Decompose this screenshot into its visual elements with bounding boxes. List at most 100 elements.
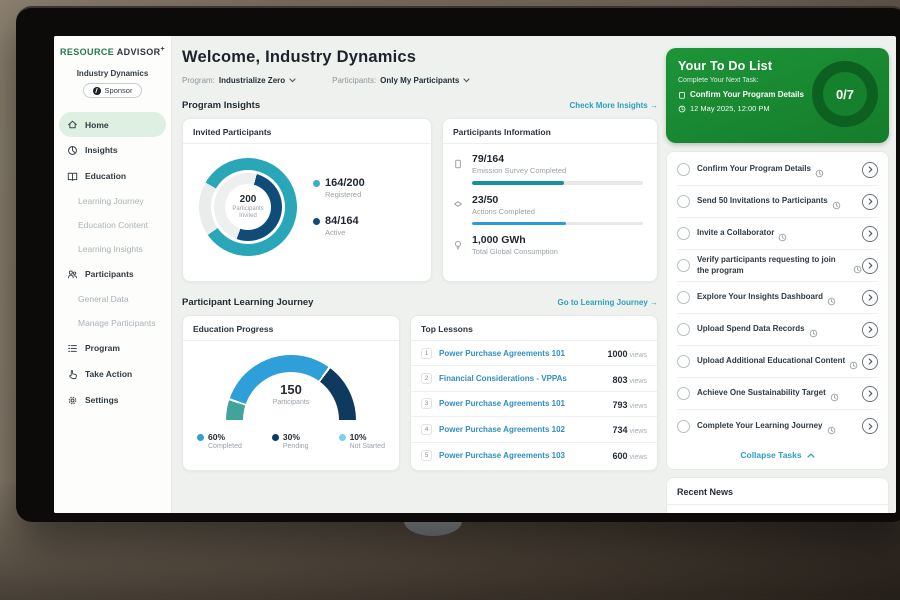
org-name: Industry Dynamics <box>54 69 171 78</box>
sidebar-item-insights[interactable]: Insights <box>54 137 171 163</box>
task-checkbox[interactable] <box>677 291 690 304</box>
task-checkbox[interactable] <box>677 323 690 336</box>
legend-dot <box>339 434 346 441</box>
participants-select-value: Only My Participants <box>380 76 459 85</box>
lesson-link[interactable]: Financial Considerations - VPPAs <box>439 374 567 383</box>
task-row[interactable]: Upload Spend Data Records <box>677 314 878 346</box>
check-more-insights-link[interactable]: Check More Insights → <box>570 101 658 110</box>
lesson-link[interactable]: Power Purchase Agreements 101 <box>439 399 565 408</box>
participants-select-label: Participants: <box>332 76 376 85</box>
task-checkbox[interactable] <box>677 163 690 176</box>
sidebar-item-education[interactable]: Education <box>54 163 171 189</box>
task-checkbox[interactable] <box>677 420 690 433</box>
participants-select[interactable]: Participants: Only My Participants <box>332 76 470 85</box>
clock-icon <box>853 261 862 270</box>
todo-task-list: Confirm Your Program Details Send 50 Inv… <box>666 151 889 470</box>
lesson-rank: 5 <box>421 450 432 461</box>
sidebar-item-learning-journey[interactable]: Learning Journey <box>54 189 171 213</box>
task-checkbox[interactable] <box>677 259 690 272</box>
logo-resource: RESOURCE <box>60 47 114 57</box>
task-open-button[interactable] <box>862 354 878 370</box>
home-icon <box>67 119 78 130</box>
book-icon <box>67 171 78 182</box>
legend-dot <box>313 180 320 187</box>
program-select[interactable]: Program: Industrialize Zero <box>182 76 296 85</box>
lesson-link[interactable]: Power Purchase Agreements 101 <box>439 349 565 358</box>
arrow-right-icon: → <box>650 101 658 110</box>
clock-icon <box>809 325 818 334</box>
recent-news-card: Recent News <box>666 477 889 513</box>
todo-progress-ring: 0/7 <box>812 61 878 127</box>
sidebar-item-take-action[interactable]: Take Action <box>54 361 171 387</box>
task-open-button[interactable] <box>862 418 878 434</box>
lesson-row[interactable]: 2 Financial Considerations - VPPAs 803vi… <box>411 366 657 391</box>
task-row[interactable]: Verify participants requesting to join t… <box>677 250 878 282</box>
task-open-button[interactable] <box>862 162 878 178</box>
sidebar-item-general-data[interactable]: General Data <box>54 287 171 311</box>
donut-center: 200 Participants Invited <box>225 184 271 230</box>
progress-track <box>472 181 643 185</box>
task-open-button[interactable] <box>862 322 878 338</box>
clock-icon <box>830 389 839 398</box>
progress-track <box>472 222 643 226</box>
task-open-button[interactable] <box>862 290 878 306</box>
lesson-row[interactable]: 5 Power Purchase Agreements 103 600views <box>411 443 657 468</box>
todo-column: Your To Do List Complete Your Next Task:… <box>666 48 889 513</box>
sidebar-item-education-content[interactable]: Education Content <box>54 213 171 237</box>
edu-card-title: Education Progress <box>183 316 399 341</box>
sidebar-item-participants[interactable]: Participants <box>54 261 171 287</box>
lesson-link[interactable]: Power Purchase Agreements 102 <box>439 425 565 434</box>
legend-active: 84/164 Active <box>313 215 365 237</box>
clock-icon <box>778 229 787 238</box>
sidebar-item-settings[interactable]: Settings <box>54 387 171 413</box>
recent-news-title: Recent News <box>667 478 888 505</box>
lesson-link[interactable]: Power Purchase Agreements 103 <box>439 451 565 460</box>
task-row[interactable]: Send 50 Invitations to Participants <box>677 186 878 218</box>
sidebar-item-learning-insights[interactable]: Learning Insights <box>54 237 171 261</box>
survey-device-icon <box>453 153 464 185</box>
education-gauge-chart: 150 Participants <box>226 355 356 420</box>
task-checkbox[interactable] <box>677 227 690 240</box>
collapse-tasks-link[interactable]: Collapse Tasks <box>677 442 878 465</box>
task-row[interactable]: Achieve One Sustainability Target <box>677 378 878 410</box>
task-checkbox[interactable] <box>677 355 690 368</box>
lesson-views: 1000 <box>607 349 627 359</box>
stat-consumption: 1,000 GWh Total Global Consumption <box>443 225 657 256</box>
sidebar-item-program[interactable]: Program <box>54 335 171 361</box>
task-open-button[interactable] <box>862 194 878 210</box>
sidebar-item-home[interactable]: Home <box>59 112 166 137</box>
clipboard-icon <box>678 91 686 99</box>
task-row[interactable]: Upload Additional Educational Content <box>677 346 878 378</box>
monitor-bezel: RESOURCE ADVISOR+ Industry Dynamics Spon… <box>16 6 900 522</box>
task-checkbox[interactable] <box>677 195 690 208</box>
task-row[interactable]: Complete Your Learning Journey <box>677 410 878 442</box>
task-open-button[interactable] <box>862 386 878 402</box>
education-progress-card: Education Progress 150 Participants 60% … <box>182 315 400 471</box>
clock-icon <box>678 105 686 113</box>
lesson-row[interactable]: 4 Power Purchase Agreements 102 734views <box>411 417 657 442</box>
lesson-views: 803 <box>612 375 627 385</box>
education-legend: 60% Completed 30% Pending 10% Not Starte… <box>183 420 399 450</box>
lesson-rank: 3 <box>421 398 432 409</box>
clock-icon <box>827 422 836 431</box>
task-checkbox[interactable] <box>677 387 690 400</box>
go-to-learning-journey-link[interactable]: Go to Learning Journey → <box>558 298 658 307</box>
sidebar-item-label: Participants <box>85 269 134 279</box>
progress-fill <box>472 222 566 226</box>
program-insights-title: Program Insights <box>182 100 260 111</box>
task-open-button[interactable] <box>862 258 878 274</box>
logo-plus: + <box>161 46 166 53</box>
legend-not-started: 10% Not Started <box>339 432 385 450</box>
lesson-row[interactable]: 1 Power Purchase Agreements 101 1000view… <box>411 341 657 366</box>
task-row[interactable]: Explore Your Insights Dashboard <box>677 282 878 314</box>
sidebar-item-manage-participants[interactable]: Manage Participants <box>54 311 171 335</box>
lesson-row[interactable]: 3 Power Purchase Agreements 101 793views <box>411 392 657 417</box>
task-row[interactable]: Confirm Your Program Details <box>677 154 878 186</box>
sidebar-item-label: Learning Insights <box>78 244 143 254</box>
invited-card-title: Invited Participants <box>183 119 431 144</box>
app-logo: RESOURCE ADVISOR+ <box>54 46 171 57</box>
task-open-button[interactable] <box>862 226 878 242</box>
sponsor-badge: Sponsor <box>83 83 143 98</box>
invited-total: 200 <box>240 194 257 205</box>
task-row[interactable]: Invite a Collaborator <box>677 218 878 250</box>
